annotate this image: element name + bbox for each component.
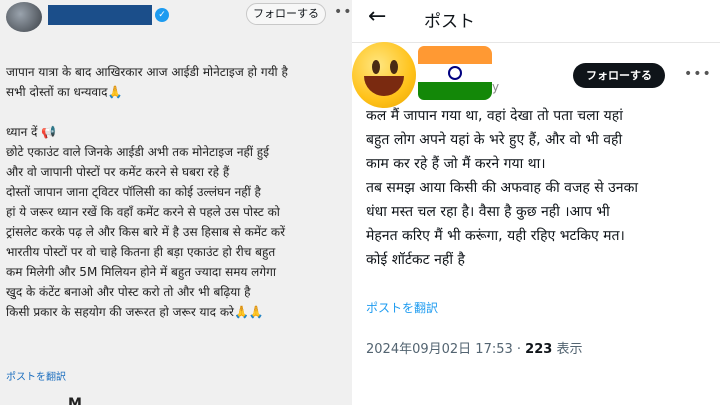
timestamp[interactable]: 2024年09月02日 17:53 · <box>366 342 525 357</box>
post-line: धंधा मस्त चल रहा है। वैसा है कुछ नही ।आप… <box>366 204 610 220</box>
post-line: काम कर रहे हैं जो मैं करने गया था। <box>366 156 546 172</box>
post-line: और वो जापानी पोस्टों पर कमेंट करने से घब… <box>6 165 230 179</box>
post-line: कोई शॉर्टकट नहीं है <box>366 252 465 268</box>
post-line: हां ये जरूर ध्यान रखें कि वहाँ कमेंट करन… <box>6 205 280 219</box>
post-line: बहुत लोग अपने यहां के भरे हुए हैं, और वो… <box>366 132 623 148</box>
post-line: भारतीय पोस्टों पर वो चाहे कितना ही बड़ा … <box>6 245 276 259</box>
post-line: छोटे एकाउंट वाले जिनके आईडी अभी तक मोनेट… <box>6 145 270 159</box>
back-arrow-icon[interactable]: ← <box>368 4 386 29</box>
grinning-face-emoji-icon <box>352 42 416 108</box>
post-line: मेहनत करिए मैं भी करूंगा, यही रहिए भटकिए… <box>366 228 625 244</box>
post-line: ट्रांसलेट करके पढ़ ले और किस बारे में है… <box>6 225 286 239</box>
post-line: तब समझ आया किसी की अफवाह की वजह से उनका <box>366 180 638 196</box>
post-body: कल मैं जापान गया था, वहां देखा तो पता चल… <box>366 104 720 272</box>
post-line: कम मिलेगी और 5M मिलियन होने में बहुत ज्य… <box>6 265 276 279</box>
post-body: जापान यात्रा के बाद आखिरकार आज आईडी मोने… <box>6 62 350 322</box>
avatar[interactable] <box>6 2 42 32</box>
post-line: खुद के कंटेंट बनाओ और पोस्ट करो तो और भी… <box>6 285 251 299</box>
user-handle: y <box>492 80 500 94</box>
follow-button[interactable]: フォローする <box>573 63 665 88</box>
more-options-icon[interactable]: ••• <box>334 4 352 20</box>
more-options-icon[interactable]: ••• <box>684 66 712 82</box>
post-line: दोस्तों जापान जाना ट्विटर पॉलिसी का कोई … <box>6 185 261 199</box>
post-line: कल मैं जापान गया था, वहां देखा तो पता चल… <box>366 108 623 124</box>
post-line: ध्यान दें 📢 <box>6 125 57 139</box>
translate-post-link[interactable]: ポストを翻訳 <box>366 299 438 316</box>
page-title: ポスト <box>424 12 475 32</box>
post-meta: 2024年09月02日 17:53 · 223 表示 <box>366 338 582 357</box>
post-line: सभी दोस्तों का धन्यवाद🙏 <box>6 85 123 99</box>
redacted-username <box>48 5 152 25</box>
post-line: किसी प्रकार के सहयोग की जरूरत हो जरूर या… <box>6 305 264 319</box>
right-post-panel: ← ポスト y フォローする ••• कल मैं जापान गया था, … <box>352 0 720 405</box>
follow-button[interactable]: フォローする <box>246 3 326 25</box>
post-line: जापान यात्रा के बाद आखिरकार आज आईडी मोने… <box>6 65 288 79</box>
cutoff-text: M... <box>68 396 98 405</box>
view-count: 223 <box>525 342 553 357</box>
translate-post-link[interactable]: ポストを翻訳 <box>6 368 66 383</box>
view-count-suffix: 表示 <box>552 342 583 357</box>
left-post-panel: ✓ フォローする ••• जापान यात्रा के बाद आखिरकार… <box>0 0 352 405</box>
header-divider <box>352 42 720 43</box>
india-flag-icon <box>418 46 492 102</box>
verified-badge-icon: ✓ <box>155 8 169 22</box>
